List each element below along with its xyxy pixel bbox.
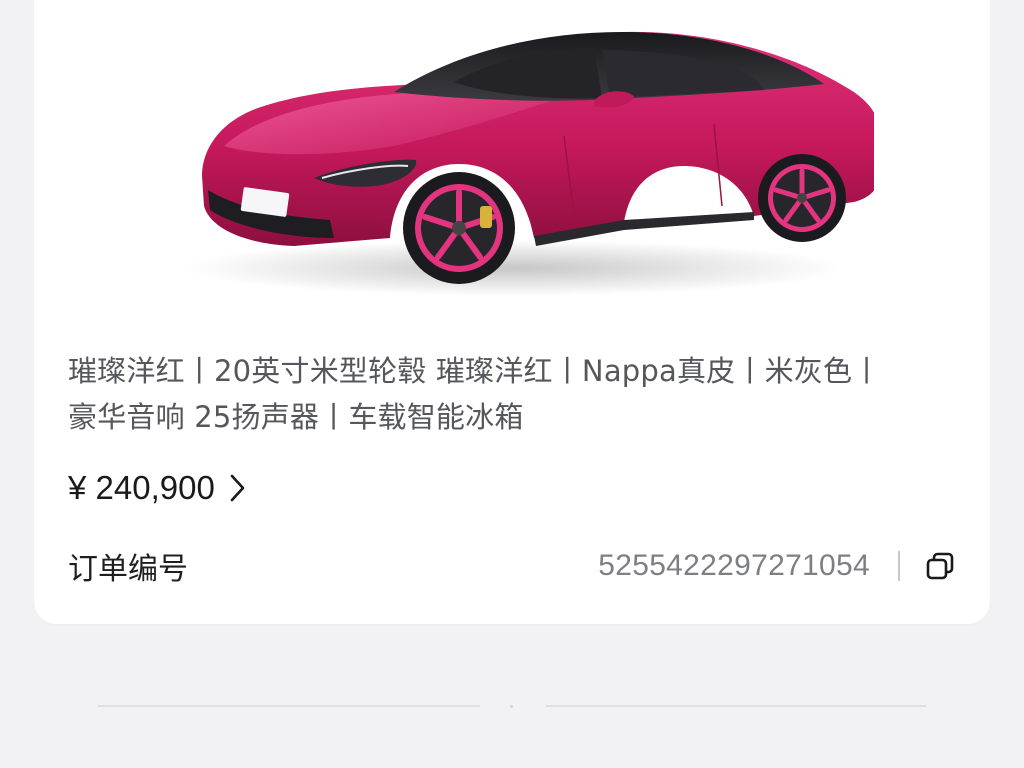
car-image: [154, 6, 874, 306]
bottom-divider-right: [546, 705, 926, 707]
chevron-right-icon: [230, 474, 245, 502]
price-link[interactable]: ¥ 240,900: [68, 464, 249, 512]
price-value: ¥ 240,900: [68, 469, 215, 506]
config-line-1: 璀璨洋红丨20英寸米型轮毂 璀璨洋红丨Nappa真皮丨米灰色丨: [68, 354, 882, 388]
order-number-row: 订单编号 5255422297271054: [68, 544, 956, 588]
bottom-divider-left: [98, 705, 480, 707]
order-card: 璀璨洋红丨20英寸米型轮毂 璀璨洋红丨Nappa真皮丨米灰色丨 豪华音响 25扬…: [34, 0, 990, 624]
configuration-description: 璀璨洋红丨20英寸米型轮毂 璀璨洋红丨Nappa真皮丨米灰色丨 豪华音响 25扬…: [68, 348, 968, 440]
order-number-group: 5255422297271054: [598, 549, 956, 583]
order-number-value: 5255422297271054: [598, 549, 870, 582]
bottom-divider-dot: [510, 705, 513, 708]
config-line-2: 豪华音响 25扬声器丨车载智能冰箱: [68, 400, 524, 434]
copy-icon[interactable]: [924, 550, 956, 582]
divider: [898, 551, 900, 581]
order-number-label: 订单编号: [68, 552, 188, 587]
